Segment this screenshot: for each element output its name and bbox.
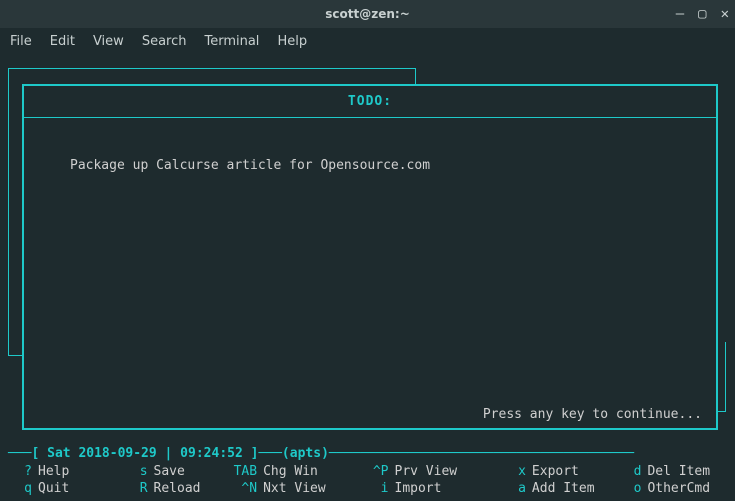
todo-title: TODO:	[348, 94, 392, 109]
close-icon[interactable]: ✕	[721, 6, 729, 22]
todo-header: TODO:	[24, 86, 716, 118]
shortcut-export[interactable]: xExport	[502, 464, 618, 479]
status-line: ───[ Sat 2018-09-29 | 09:24:52 ]───(apts…	[8, 446, 727, 461]
window-controls: — ▢ ✕	[676, 0, 729, 28]
shortcut-nxt-view[interactable]: ^NNxt View	[227, 481, 364, 496]
menu-file[interactable]: File	[10, 34, 32, 49]
shortcut-add-item[interactable]: aAdd Item	[502, 481, 618, 496]
minimize-icon[interactable]: —	[676, 6, 684, 22]
shortcut-row-2: qQuit RReload ^NNxt View iImport aAdd It…	[8, 480, 727, 497]
maximize-icon[interactable]: ▢	[698, 6, 706, 22]
menu-terminal[interactable]: Terminal	[204, 34, 259, 49]
shortcut-import[interactable]: iImport	[365, 481, 502, 496]
press-any-key-prompt: Press any key to continue...	[483, 407, 702, 422]
menu-view[interactable]: View	[93, 34, 124, 49]
menu-search[interactable]: Search	[142, 34, 187, 49]
menu-help[interactable]: Help	[277, 34, 307, 49]
shortcut-quit[interactable]: qQuit	[8, 481, 124, 496]
shortcut-help[interactable]: ?Help	[8, 464, 124, 479]
shortcut-othercmd[interactable]: oOtherCmd	[617, 481, 727, 496]
todo-panel: TODO: Package up Calcurse article for Op…	[22, 84, 718, 430]
shortcut-del-item[interactable]: dDel Item	[617, 464, 727, 479]
menu-edit[interactable]: Edit	[50, 34, 75, 49]
shortcut-reload[interactable]: RReload	[124, 481, 228, 496]
shortcut-bar: ?Help sSave TABChg Win ^PPrv View xExpor…	[8, 463, 727, 497]
shortcut-prv-view[interactable]: ^PPrv View	[365, 464, 502, 479]
titlebar: scott@zen:~ — ▢ ✕	[0, 0, 735, 28]
todo-item: Package up Calcurse article for Opensour…	[24, 118, 716, 173]
menubar: File Edit View Search Terminal Help	[0, 28, 735, 54]
shortcut-chg-win[interactable]: TABChg Win	[227, 464, 364, 479]
window-title: scott@zen:~	[325, 7, 410, 21]
shortcut-row-1: ?Help sSave TABChg Win ^PPrv View xExpor…	[8, 463, 727, 480]
shortcut-save[interactable]: sSave	[124, 464, 228, 479]
terminal-area[interactable]: TODO: Package up Calcurse article for Op…	[0, 54, 735, 501]
